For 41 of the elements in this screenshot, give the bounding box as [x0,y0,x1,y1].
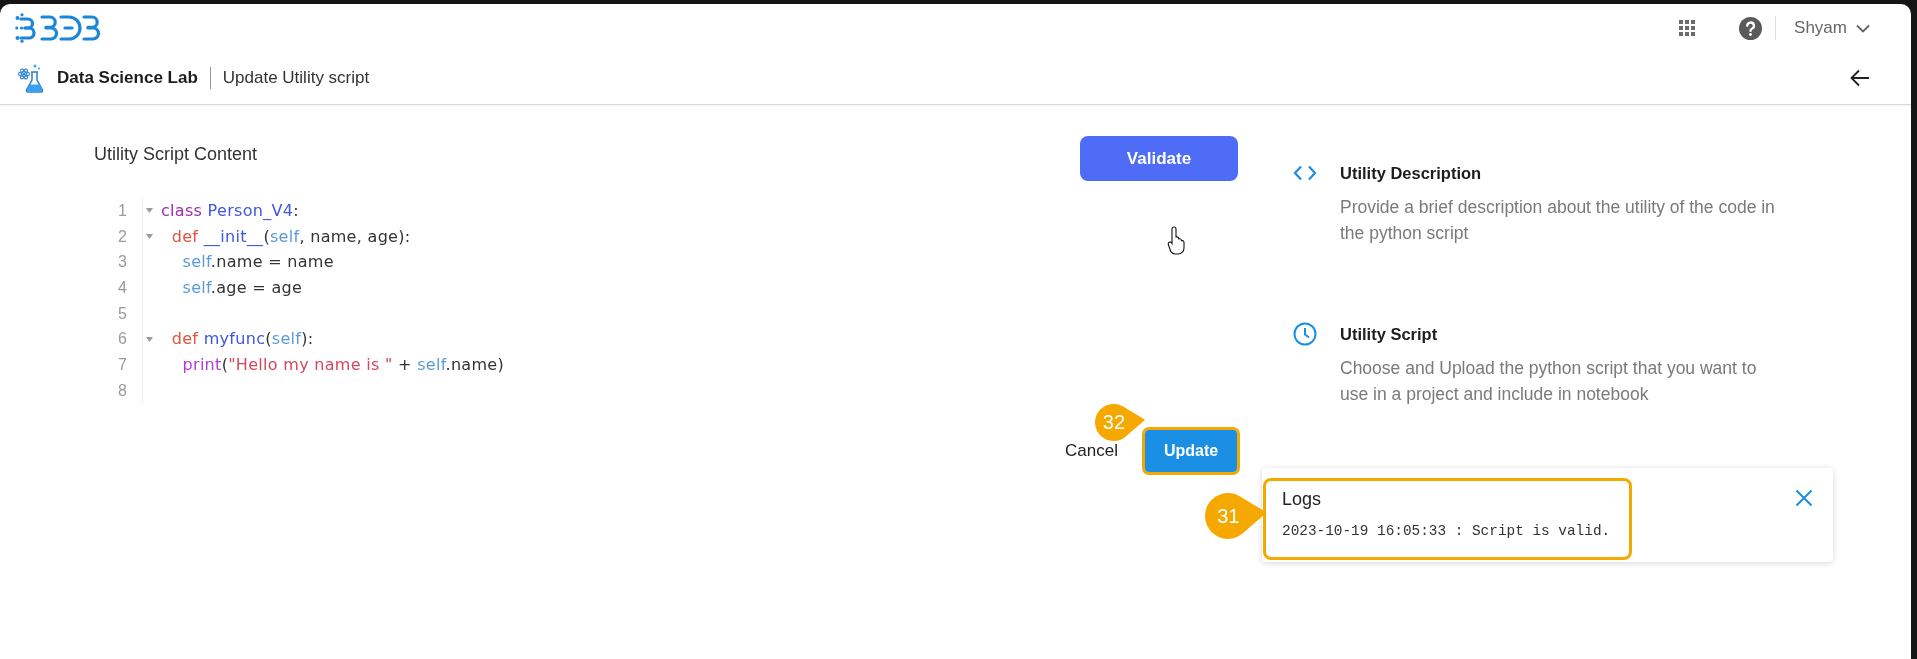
close-icon[interactable] [1795,489,1813,507]
user-menu[interactable]: Shyam [1794,18,1870,38]
code-line: print("Hello my name is " + self.name) [181,354,504,377]
code-line: def myfunc(self): [170,328,314,351]
validate-button[interactable]: Validate [1080,136,1238,181]
breadcrumb-link[interactable]: Data Science Lab [57,68,198,88]
line-number: 4 [118,278,127,299]
code-brackets-icon [1293,165,1317,181]
code-editor[interactable]: 1 2 3 4 5 6 7 8 class Person_V4: def __init__(self, name, age): self.name = name self.age = age def myfunc(self): print("Hello my name is " + self.name) [94,198,504,404]
cancel-button[interactable]: Cancel [1065,440,1118,461]
flask-atom-icon [18,63,44,93]
line-number: 3 [118,252,127,273]
line-number: 2 [118,226,127,247]
fold-triangle-icon[interactable] [146,336,153,342]
apps-grid-icon[interactable] [1679,20,1696,36]
code-line: self.name = name [181,251,334,274]
fold-triangle-icon[interactable] [146,234,153,240]
info-description: Choose and Upload the python script that you want to use in a project and include in notebook [1340,357,1758,406]
log-entry: 2023-10-19 16:05:33 : Script is valid. [1282,522,1611,541]
line-number: 1 [118,201,127,221]
help-icon[interactable] [1739,16,1763,40]
code-line: self.age = age [181,277,303,300]
section-heading: Utility Script Content [94,144,258,165]
back-arrow-icon[interactable] [1850,69,1870,87]
page-title: Update Utility script [222,68,370,88]
line-number: 5 [118,303,127,324]
logo[interactable] [15,13,101,43]
code-line: class Person_V4: [161,200,299,222]
clock-icon [1293,322,1317,346]
info-title: Utility Description [1340,163,1482,184]
info-title: Utility Script [1340,324,1438,345]
fold-triangle-icon[interactable] [146,208,153,214]
callout-marker: 31 [1205,493,1269,539]
line-number: 7 [118,355,127,376]
line-number: 6 [118,329,127,350]
chevron-down-icon [1856,23,1870,33]
info-description: Provide a brief description about the utility of the code in the python script [1340,196,1776,245]
line-number: 8 [118,380,127,401]
logs-title: Logs [1282,488,1322,511]
callout-marker: 32 [1095,403,1147,441]
code-line: def __init__(self, name, age): [170,225,411,248]
